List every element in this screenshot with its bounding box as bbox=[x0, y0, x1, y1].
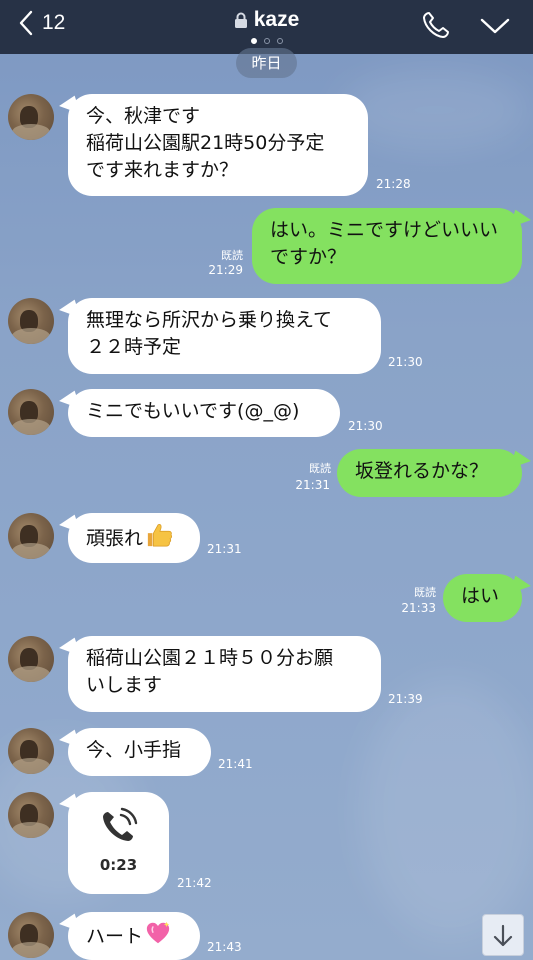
phone-call-icon bbox=[102, 807, 137, 841]
call-duration: 0:23 bbox=[99, 856, 138, 874]
message-bubble[interactable]: 頑張れ bbox=[68, 513, 200, 563]
message-time: 21:43 bbox=[207, 940, 242, 954]
avatar[interactable] bbox=[8, 912, 54, 958]
message-time: 21:41 bbox=[218, 757, 253, 771]
message-line: はい bbox=[461, 585, 500, 607]
page-dot bbox=[263, 38, 270, 44]
call-bubble[interactable]: 0:23 bbox=[68, 792, 169, 894]
message-line: はい。ミニですけどいいい bbox=[270, 219, 499, 241]
avatar[interactable] bbox=[8, 94, 54, 140]
chat-header: 12 kaze bbox=[0, 0, 533, 54]
read-receipt: 既読 bbox=[221, 249, 243, 262]
message-time: 21:30 bbox=[348, 419, 383, 433]
avatar[interactable] bbox=[8, 728, 54, 774]
avatar[interactable] bbox=[8, 298, 54, 344]
message-time: 21:39 bbox=[388, 692, 423, 706]
message-line: ２２時予定 bbox=[86, 336, 182, 358]
lock-icon bbox=[234, 12, 248, 29]
message-bubble[interactable]: ミニでもいいです(@_@) bbox=[68, 389, 340, 437]
scroll-to-bottom-button[interactable] bbox=[482, 914, 524, 956]
page-dot bbox=[250, 38, 257, 44]
avatar[interactable] bbox=[8, 389, 54, 435]
message-time: 21:30 bbox=[388, 355, 423, 369]
message-line: ミニでもいいです(@_@) bbox=[86, 400, 300, 422]
phone-icon[interactable] bbox=[421, 10, 451, 40]
read-receipt: 既読 bbox=[309, 462, 331, 475]
avatar[interactable] bbox=[8, 636, 54, 682]
message-line: 今、秋津です bbox=[86, 105, 201, 127]
message-bubble[interactable]: 稲荷山公園２１時５０分お願 いします bbox=[68, 636, 381, 712]
message-time: 21:33 bbox=[401, 601, 436, 615]
message-time: 21:28 bbox=[376, 177, 411, 191]
message-line: 稲荷山公園駅21時50分予定 bbox=[86, 132, 325, 154]
page-dot bbox=[276, 38, 283, 44]
message-line: いします bbox=[86, 674, 163, 696]
message-bubble[interactable]: はい bbox=[443, 574, 522, 622]
page-indicator bbox=[0, 38, 533, 44]
sparkling-heart-icon bbox=[145, 921, 171, 953]
message-line: です来れますか？ bbox=[86, 159, 239, 181]
message-time: 21:29 bbox=[208, 263, 243, 277]
chevron-down-icon[interactable] bbox=[478, 14, 512, 36]
avatar[interactable] bbox=[8, 513, 54, 559]
message-line: 頑張れ bbox=[86, 527, 144, 550]
message-line: 今、小手指 bbox=[86, 739, 182, 761]
message-line: ですか？ bbox=[270, 246, 347, 268]
message-bubble[interactable]: 今、秋津です 稲荷山公園駅21時50分予定 です来れますか？ bbox=[68, 94, 368, 196]
message-time: 21:42 bbox=[177, 876, 212, 890]
message-line: 無理なら所沢から乗り換えて bbox=[86, 309, 333, 331]
date-separator: 昨日 bbox=[236, 48, 297, 78]
message-bubble[interactable]: ハート bbox=[68, 912, 200, 960]
message-line: 坂登れるかな？ bbox=[355, 460, 489, 482]
message-bubble[interactable]: はい。ミニですけどいいい ですか？ bbox=[252, 208, 522, 284]
message-line: ハート bbox=[86, 925, 144, 948]
message-bubble[interactable]: 坂登れるかな？ bbox=[337, 449, 522, 497]
chat-title-text: kaze bbox=[253, 8, 300, 31]
chat-title[interactable]: kaze bbox=[234, 8, 300, 32]
message-time: 21:31 bbox=[207, 542, 242, 556]
message-bubble[interactable]: 無理なら所沢から乗り換えて ２２時予定 bbox=[68, 298, 381, 374]
arrow-down-icon bbox=[493, 924, 513, 947]
message-line: 稲荷山公園２１時５０分お願 bbox=[86, 647, 334, 669]
avatar[interactable] bbox=[8, 792, 54, 838]
thumbs-up-icon bbox=[145, 522, 173, 556]
message-bubble[interactable]: 今、小手指 bbox=[68, 728, 211, 776]
read-receipt: 既読 bbox=[414, 586, 436, 599]
message-time: 21:31 bbox=[295, 478, 330, 492]
